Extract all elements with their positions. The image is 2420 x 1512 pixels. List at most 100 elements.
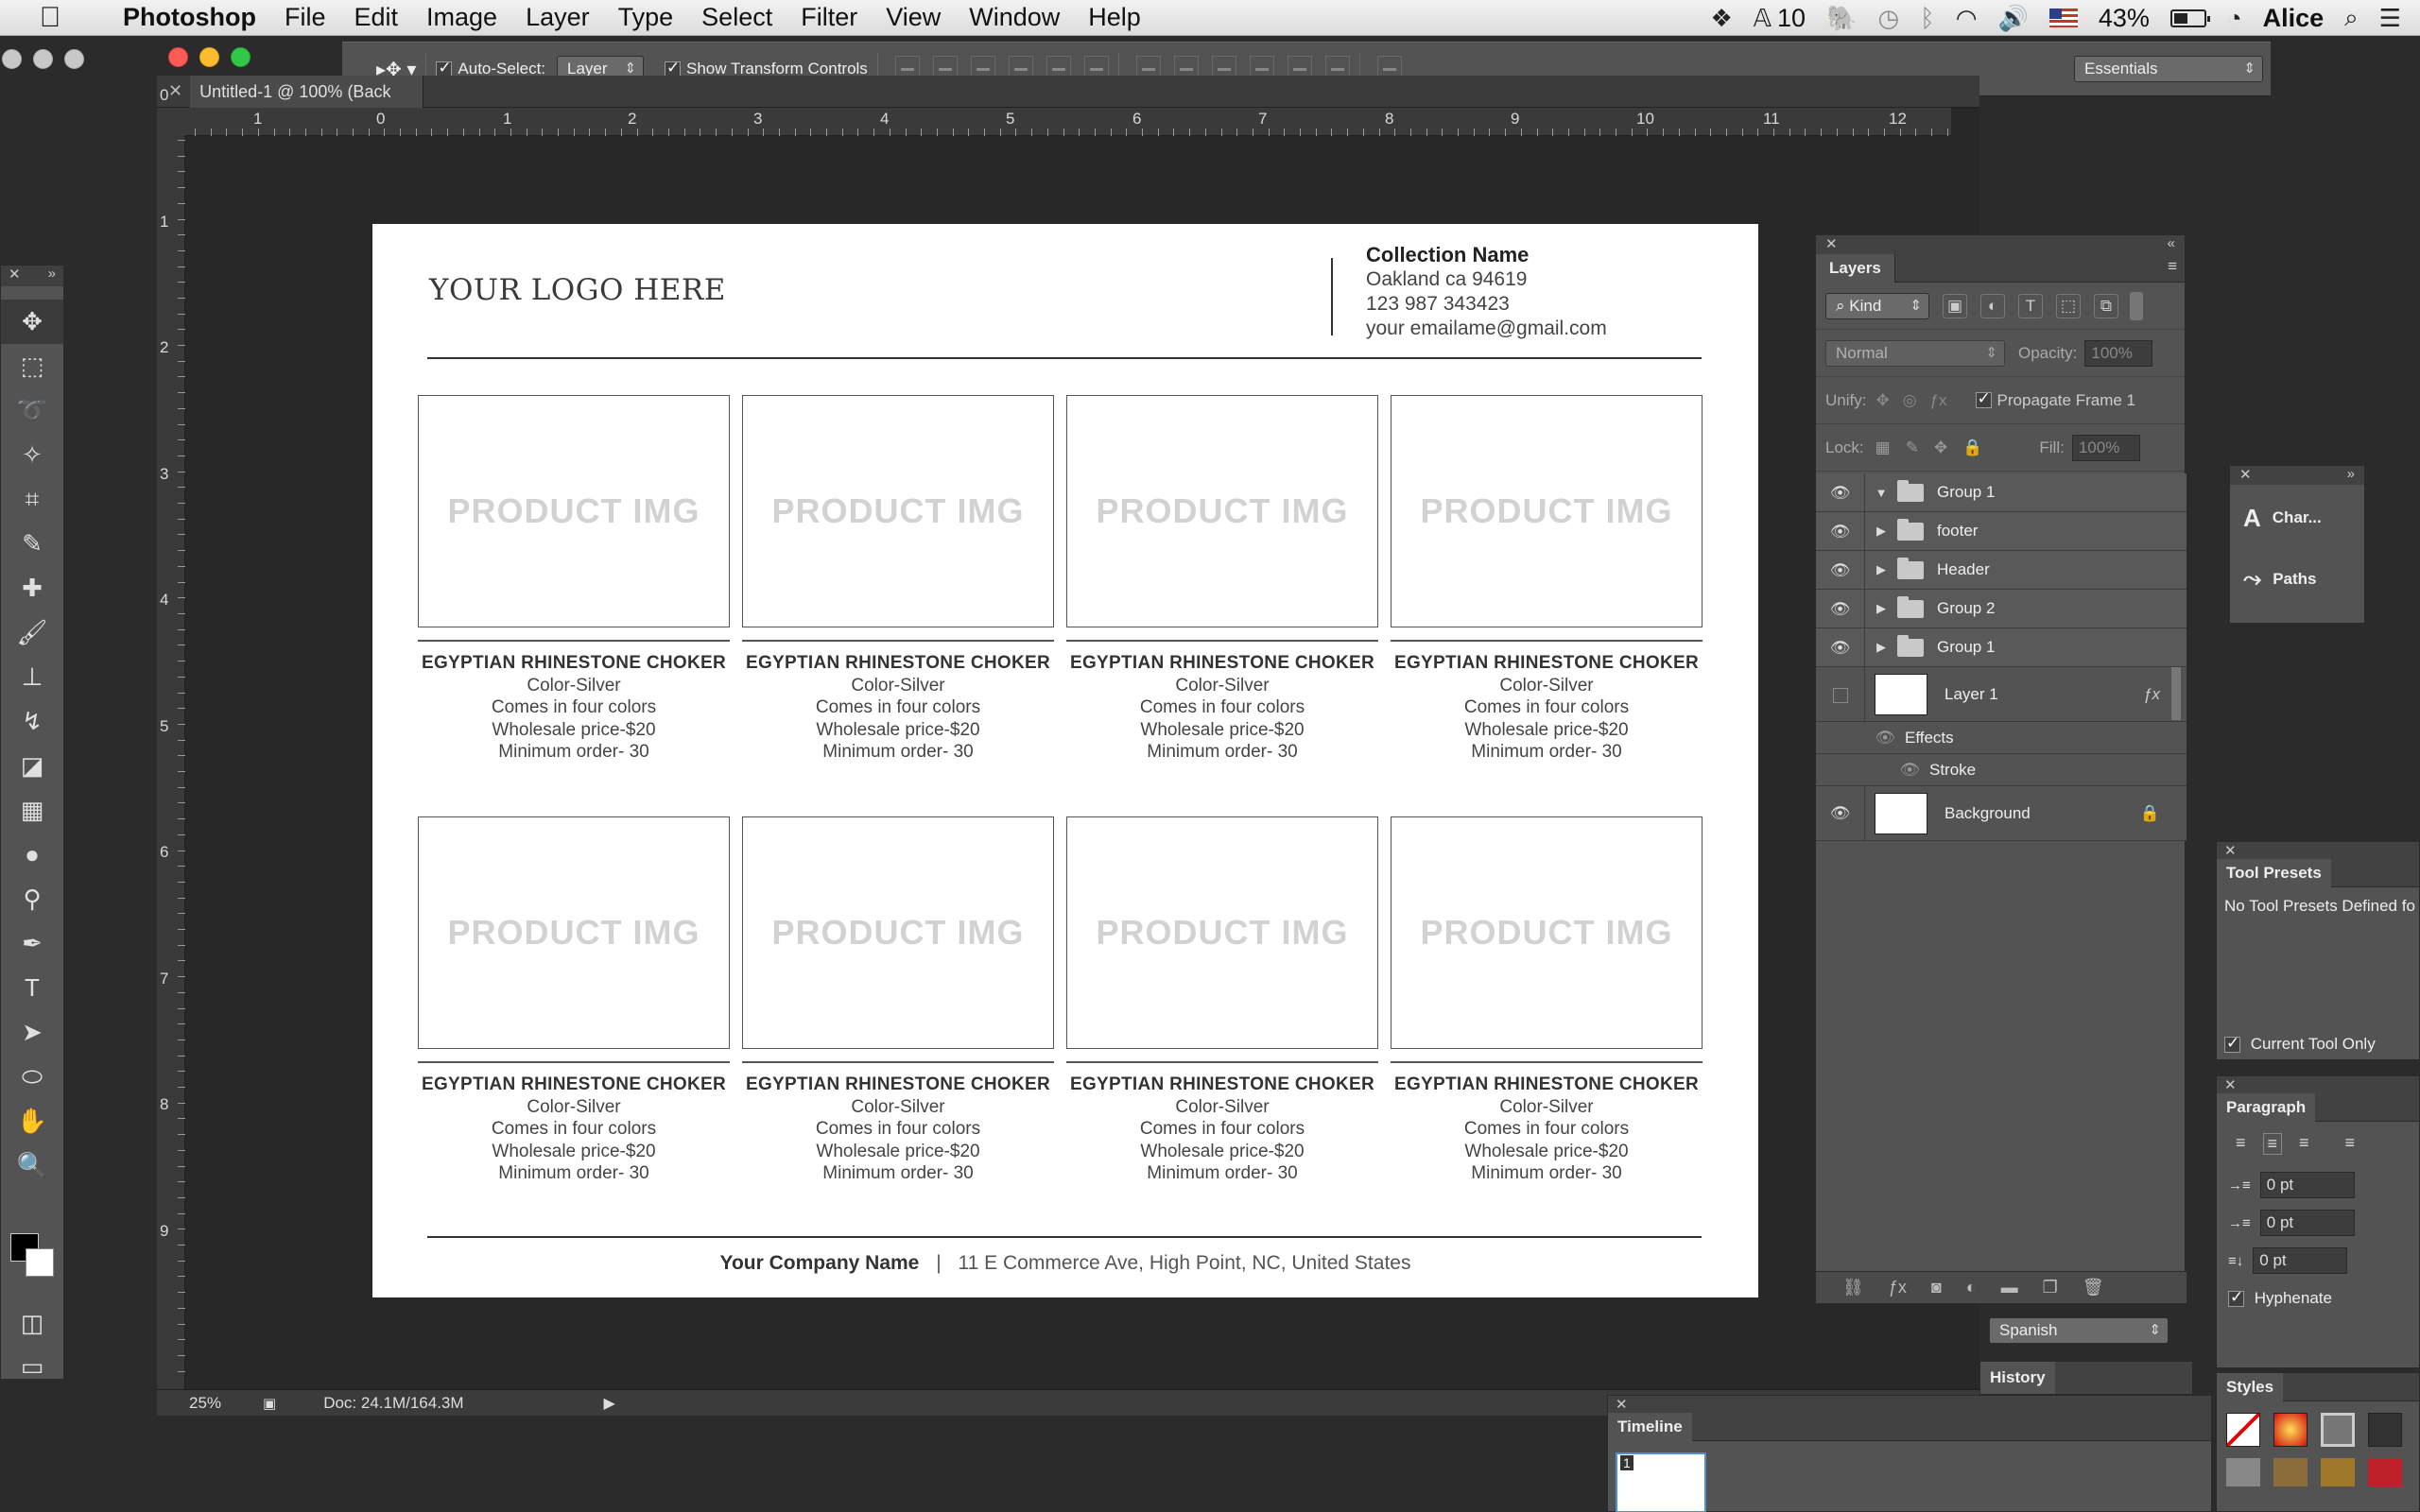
auto-select-checkbox[interactable] [436,59,453,77]
tab-tool-presets[interactable]: Tool Presets [2217,859,2331,887]
filter-shape-icon[interactable]: ⬚ [2056,293,2081,318]
minimize-icon[interactable] [33,49,53,69]
lasso-tool-icon[interactable]: ➰ [1,388,63,433]
menu-help[interactable]: Help [1088,3,1141,32]
doc-minimize-icon[interactable] [199,47,219,67]
apple-icon[interactable]:  [32,2,68,34]
tab-history[interactable]: History [1980,1362,2055,1394]
visibility-eye-icon[interactable]: 👁 [1816,628,1865,666]
tab-close-icon[interactable]: ✕ [168,81,182,101]
style-red-swatch[interactable] [2273,1413,2308,1447]
align-center-icon[interactable]: ≡ [2262,1133,2283,1155]
show-transform-checkbox[interactable] [665,59,682,77]
toolbar-close-icon[interactable]: ✕ [9,266,21,286]
layer-header[interactable]: 👁 ▶ Header [1816,551,2187,590]
ruler-origin[interactable] [157,108,185,136]
space-after-field[interactable]: 0 pt [2253,1247,2348,1274]
brush-tool-icon[interactable]: 🖌 [1,610,63,655]
paths-panel-button[interactable]: ⤳ Paths [2230,551,2364,608]
style-crimson-swatch[interactable] [2368,1458,2402,1486]
new-layer-icon[interactable]: ❐ [2043,1278,2058,1297]
layers-close-icon[interactable]: ✕ [1825,235,1838,254]
collapse-triangle-icon[interactable]: ▶ [1871,524,1892,539]
layer-effects-icon[interactable]: ƒx [2143,685,2160,704]
visibility-eye-icon[interactable]: 👁 [1816,551,1865,589]
current-tool-only-checkbox[interactable] [2224,1034,2240,1054]
mini-close-icon[interactable]: ✕ [2239,466,2252,485]
menu-select[interactable]: Select [701,3,772,32]
layer-group-1[interactable]: 👁 ▼ Group 1 [1816,473,2187,512]
new-group-icon[interactable]: ▬ [2001,1278,2018,1297]
crop-tool-icon[interactable]: ⌗ [1,477,63,522]
add-mask-icon[interactable]: ◙ [1931,1278,1942,1297]
move-tool-icon[interactable]: ✥ [1,300,63,344]
style-dark-swatch[interactable] [2368,1413,2402,1447]
timeline-close-icon[interactable]: ✕ [1608,1396,2211,1413]
layers-collapse-icon[interactable]: « [2168,235,2175,254]
menu-layer[interactable]: Layer [526,3,590,32]
visibility-eye-icon[interactable]: 👁 [1816,473,1865,511]
path-selection-tool-icon[interactable]: ➤ [1,1010,63,1055]
stroke-eye-icon[interactable]: 👁 [1816,761,1920,780]
indent-left-field[interactable]: 0 pt [2259,1172,2355,1198]
hyphenate-checkbox[interactable] [2228,1288,2244,1308]
background-color-swatch[interactable] [26,1248,54,1277]
style-gray-swatch[interactable] [2226,1458,2260,1486]
style-bronze-swatch[interactable] [2321,1458,2355,1486]
bluetooth-icon[interactable]: ᛒ [1920,4,1935,33]
eyedropper-tool-icon[interactable]: ✎ [1,522,63,566]
zoom-icon[interactable] [64,49,84,69]
effects-eye-icon[interactable]: 👁 [1816,729,1895,747]
filter-type-icon[interactable]: T [2018,293,2043,318]
style-none-swatch[interactable] [2226,1413,2260,1447]
dodge-tool-icon[interactable]: ⚲ [1,877,63,921]
doc-zoom-icon[interactable] [231,47,251,67]
adobe-fonts-icon[interactable]: 𝔸 [1754,4,1772,33]
status-menu-icon[interactable]: ▣ [263,1395,276,1412]
type-tool-icon[interactable]: T [1,966,63,1010]
justify-icon[interactable]: ≡ [2345,1133,2356,1155]
horizontal-ruler[interactable]: 1 0 1 2 3 4 5 6 7 8 9 10 11 12 [185,108,1951,136]
character-panel-button[interactable]: A Char... [2230,485,2364,551]
hand-tool-icon[interactable]: ✋ [1,1099,63,1143]
eraser-tool-icon[interactable]: ◪ [1,744,63,788]
time-machine-icon[interactable]: ◷ [1877,4,1899,33]
spotlight-search-icon[interactable]: ⌕ [2344,3,2359,33]
menu-window[interactable]: Window [969,3,1060,32]
unify-position-icon[interactable]: ✥ [1876,391,1889,410]
doc-close-icon[interactable] [168,47,188,67]
layer-group-1-inner[interactable]: 👁 ▶ Group 1 [1816,628,2187,667]
layer-layer-1[interactable]: Layer 1 ƒx [1816,667,2187,722]
wifi-icon[interactable]: ◠ [1956,4,1978,33]
unify-visibility-icon[interactable]: ◎ [1903,391,1917,410]
new-adjustment-icon[interactable]: ◐ [1966,1278,1977,1297]
menu-view[interactable]: View [886,3,941,32]
input-source-flag-icon[interactable] [2048,9,2078,27]
quick-mask-icon[interactable]: ◫ [1,1301,63,1346]
workspace-dropdown[interactable]: Essentials [2074,56,2263,82]
screen-mode-icon[interactable]: ▭ [1,1345,63,1389]
menu-filter[interactable]: Filter [801,3,857,32]
menu-edit[interactable]: Edit [354,3,399,32]
collapse-triangle-icon[interactable]: ▶ [1871,562,1892,577]
layer-scrollbar[interactable] [2171,667,2181,720]
canvas-document[interactable]: YOUR LOGO HERE Collection Name Oakland c… [372,224,1758,1297]
propagate-frame-checkbox[interactable] [1975,389,1992,408]
filter-smart-object-icon[interactable]: ⧉ [2094,293,2118,318]
dropbox-icon[interactable]: ❖ [1710,4,1732,33]
style-frame-swatch[interactable] [2321,1413,2355,1447]
visibility-eye-icon[interactable]: 👁 [1816,590,1865,627]
layers-menu-icon[interactable]: ≡ [2168,257,2177,276]
close-icon[interactable] [2,49,22,69]
add-style-icon[interactable]: ƒx [1889,1278,1907,1297]
gradient-tool-icon[interactable]: ▦ [1,788,63,833]
fill-field[interactable]: 100% [2071,434,2140,461]
tool-presets-close-icon[interactable]: ✕ [2217,842,2419,859]
expand-triangle-icon[interactable]: ▼ [1871,486,1892,500]
lock-position-icon[interactable]: ✥ [1934,438,1947,457]
status-arrow-icon[interactable]: ▶ [604,1394,615,1413]
filter-kind-dropdown[interactable]: ⌕ Kind [1825,292,1929,319]
align-right-icon[interactable]: ≡ [2299,1133,2309,1155]
menu-app-photoshop[interactable]: Photoshop [123,3,256,32]
zoom-tool-icon[interactable]: 🔍 [1,1143,63,1188]
